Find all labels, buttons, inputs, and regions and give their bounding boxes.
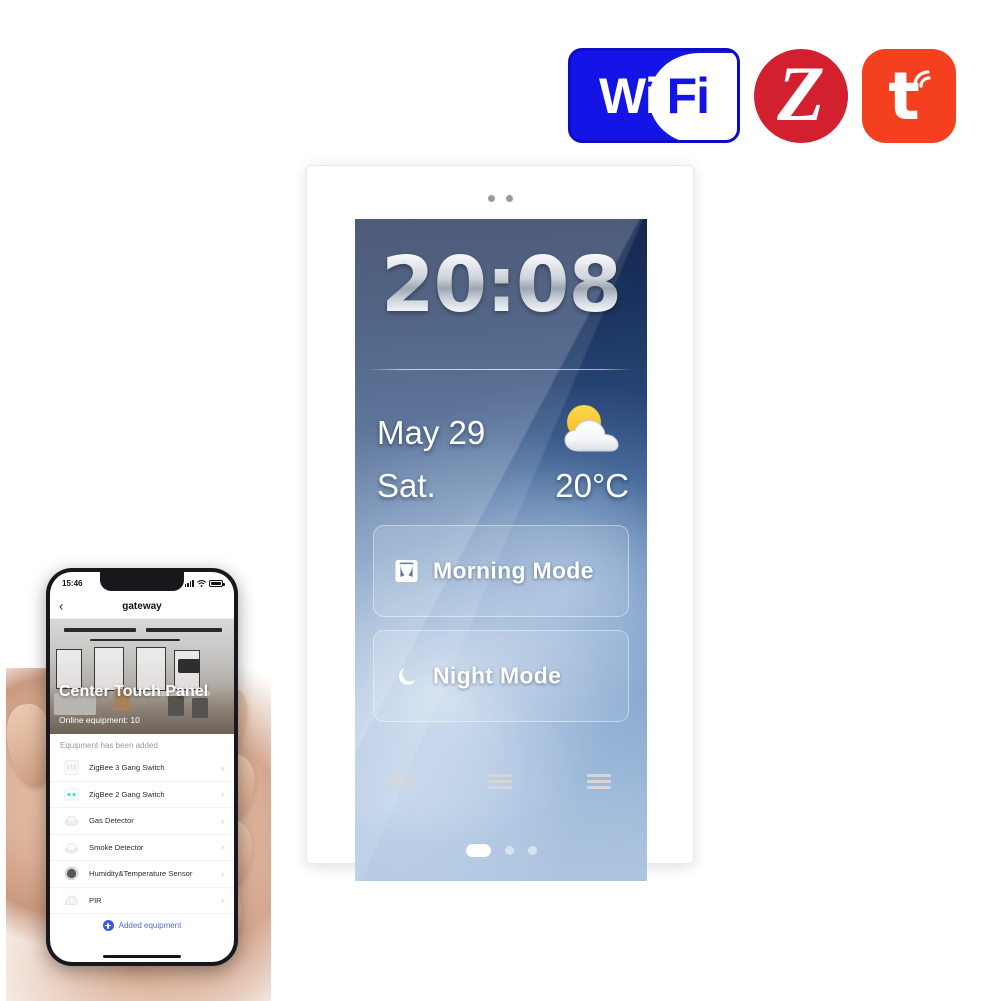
cellular-bars-icon <box>184 579 194 587</box>
humidity-temp-icon <box>63 865 80 882</box>
device-list: ZigBee 3 Gang Switch › ZigBee 2 Gang Swi… <box>50 755 234 914</box>
page-indicator-dots[interactable] <box>355 844 647 857</box>
added-equipment-label: Added equipment <box>118 921 182 930</box>
device-list-header: Equipment has been added <box>50 734 234 755</box>
chevron-right-icon: › <box>221 762 224 773</box>
phone-notch <box>100 572 184 591</box>
plus-circle-icon <box>102 920 114 931</box>
device-label: ZigBee 3 Gang Switch <box>89 763 165 773</box>
switch-3gang-icon <box>63 759 80 776</box>
panel-sensor-dots <box>307 195 693 202</box>
morning-mode-label: Morning Mode <box>433 557 594 584</box>
smartphone-device: 15:46 ‹ gateway Center Touch Panel Onlin… <box>46 568 238 966</box>
phone-in-hand: 15:46 ‹ gateway Center Touch Panel Onlin… <box>0 540 300 1001</box>
night-mode-button[interactable]: Night Mode <box>373 630 629 722</box>
device-label: Humidity&Temperature Sensor <box>89 869 193 879</box>
weather-date: May 29 <box>377 414 486 451</box>
sensor-dot-left <box>487 195 495 202</box>
page-dot-2[interactable] <box>504 846 514 855</box>
device-label: Smoke Detector <box>89 842 144 852</box>
chevron-right-icon: › <box>221 868 224 879</box>
smoke-detector-icon <box>63 839 80 856</box>
hero-title: Center Touch Panel <box>59 683 209 700</box>
chevron-left-icon[interactable]: ‹ <box>59 600 63 613</box>
phone-nav-bar: ‹ gateway <box>50 594 234 619</box>
battery-full-icon <box>209 579 225 587</box>
wall-tv <box>178 659 200 673</box>
zigbee-logo-letter: Z <box>777 49 825 137</box>
page-dot-1[interactable] <box>465 844 491 857</box>
wifi-icon <box>197 579 206 587</box>
pir-sensor-icon <box>63 892 80 909</box>
ceiling-pipe <box>90 639 180 641</box>
clock-divider <box>369 369 633 370</box>
crescent-moon-icon <box>394 664 419 689</box>
panel-touch-keys <box>307 774 693 789</box>
list-item[interactable]: Humidity&Temperature Sensor › <box>50 861 234 888</box>
chevron-right-icon: › <box>221 789 224 800</box>
hero-subtitle: Online equipment: 10 <box>59 715 140 725</box>
sensor-dot-right <box>505 195 513 202</box>
touch-key-left[interactable] <box>388 774 413 789</box>
device-label: PIR <box>89 895 102 905</box>
phone-screen: 15:46 ‹ gateway Center Touch Panel Onlin… <box>50 572 234 962</box>
wifi-logo-wi: Wi <box>598 67 659 124</box>
list-item[interactable]: Smoke Detector › <box>50 834 234 861</box>
touch-key-right[interactable] <box>587 774 612 789</box>
tuya-logo: t <box>862 48 956 143</box>
weather-temperature: 20°C <box>555 467 629 504</box>
touch-key-center[interactable] <box>487 774 512 789</box>
chevron-right-icon: › <box>221 842 224 853</box>
ceiling-beam-2 <box>146 628 222 632</box>
wifi-logo: Wi Fi <box>568 48 740 143</box>
room-hero-image: Center Touch Panel Online equipment: 10 <box>50 619 234 734</box>
nav-title: gateway <box>122 600 162 612</box>
sun-behind-cloud-icon <box>564 405 619 452</box>
certification-logo-strip: Wi Fi Z t <box>568 48 956 143</box>
gas-detector-icon <box>63 812 80 829</box>
chevron-right-icon: › <box>221 815 224 826</box>
list-item[interactable]: PIR › <box>50 887 234 914</box>
dining-chair-2 <box>192 698 208 718</box>
smart-touch-panel: 20:08 May 29 Sat. 20°C Morning Mode Nigh… <box>306 165 694 881</box>
morning-mode-button[interactable]: Morning Mode <box>373 525 629 617</box>
status-bar-time: 15:46 <box>62 578 83 588</box>
tuya-signal-waves-icon <box>913 69 931 88</box>
list-item[interactable]: ZigBee 3 Gang Switch › <box>50 755 234 782</box>
added-equipment-button[interactable]: Added equipment <box>50 914 234 936</box>
device-label: ZigBee 2 Gang Switch <box>89 789 165 799</box>
wifi-logo-fi: Fi <box>666 67 710 124</box>
list-item[interactable]: ZigBee 2 Gang Switch › <box>50 781 234 808</box>
list-item[interactable]: Gas Detector › <box>50 808 234 835</box>
home-indicator <box>103 954 181 958</box>
switch-2gang-icon <box>63 786 80 803</box>
clock-time: 20:08 <box>355 247 647 324</box>
ceiling-beam-1 <box>64 628 136 632</box>
chevron-right-icon: › <box>221 895 224 906</box>
curtains-icon <box>394 559 419 584</box>
device-label: Gas Detector <box>89 816 134 826</box>
weather-weekday: Sat. <box>377 467 436 504</box>
zigbee-logo: Z <box>754 48 848 143</box>
night-mode-label: Night Mode <box>433 662 562 689</box>
screenshot-root: Wi Fi Z t 20:08 May 29 Sat. 20°C Morning… <box>0 0 1001 1001</box>
page-dot-3[interactable] <box>527 846 537 855</box>
